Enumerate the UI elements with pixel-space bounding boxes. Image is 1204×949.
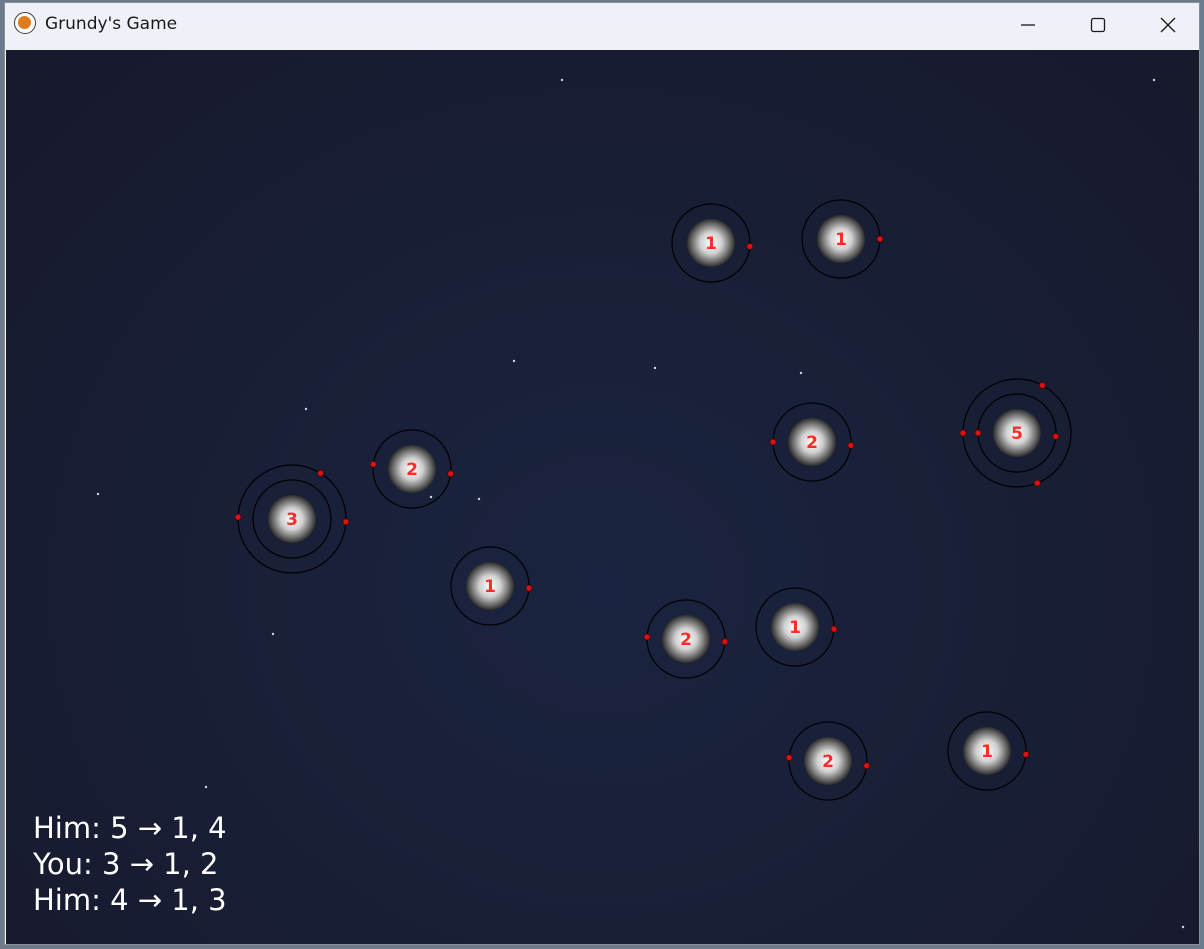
planet-pile[interactable]: 5	[959, 378, 1072, 488]
window-title: Grundy's Game	[45, 14, 178, 34]
stars-layer	[96, 78, 1185, 929]
moon	[769, 438, 777, 446]
moon	[785, 754, 793, 761]
title-bar[interactable]: Grundy's Game	[5, 3, 1199, 49]
moon	[847, 442, 855, 449]
game-canvas: 1 1 2 5 2 3 1 2 1 2 1 Him: 5 → 1, 4 You: 3 → 1, 2 …	[6, 50, 1199, 944]
game-window: Grundy's Game 11252312121 Him: 5 → 1, 4 …	[4, 2, 1200, 945]
moon	[721, 638, 729, 646]
star	[477, 497, 481, 501]
planet-pile[interactable]: 1	[450, 546, 533, 626]
moon	[1052, 433, 1060, 440]
move-log-line: Him: 5 → 1, 4	[33, 811, 227, 845]
moon	[1022, 751, 1030, 758]
close-icon	[1160, 17, 1176, 33]
move-log: Him: 5 → 1, 4 You: 3 → 1, 2 Him: 4 → 1, …	[33, 810, 227, 918]
planet-pile[interactable]: 1	[755, 587, 838, 667]
pile-count-label: 2	[822, 752, 834, 772]
pile-count-label: 2	[680, 630, 692, 650]
move-log-line: Him: 4 → 1, 3	[33, 883, 227, 917]
moon	[369, 460, 377, 468]
planet-pile[interactable]: 1	[801, 199, 884, 279]
moon	[830, 625, 838, 633]
moon	[746, 243, 754, 250]
close-button[interactable]	[1133, 3, 1203, 47]
moon	[1039, 382, 1046, 389]
pile-count-label: 2	[806, 433, 818, 453]
star	[1152, 78, 1156, 82]
pile-count-label: 1	[484, 577, 496, 597]
planet-pile[interactable]: 2	[769, 402, 855, 482]
moon	[234, 513, 242, 521]
minimize-button[interactable]	[993, 3, 1063, 47]
piles-layer: 1 1 2 5 2 3 1 2 1 2 1	[234, 199, 1072, 801]
maximize-button[interactable]	[1063, 3, 1133, 47]
star	[1181, 925, 1185, 929]
star	[304, 407, 308, 411]
star	[512, 359, 516, 363]
moon	[974, 429, 982, 437]
move-log-line: You: 3 → 1, 2	[33, 847, 219, 881]
moon	[317, 469, 324, 477]
pile-count-label: 1	[789, 618, 801, 638]
moon	[342, 518, 350, 526]
moon	[959, 429, 967, 437]
planet-pile[interactable]: 2	[369, 429, 455, 509]
moon	[1033, 479, 1041, 487]
star	[96, 492, 100, 496]
moon	[447, 470, 455, 478]
moon	[876, 235, 884, 243]
pile-count-label: 5	[1011, 424, 1023, 444]
star	[271, 632, 275, 636]
moon	[643, 633, 651, 641]
pile-count-label: 1	[705, 234, 717, 254]
pile-count-label: 2	[406, 460, 418, 480]
star	[653, 366, 657, 370]
minimize-icon	[1021, 24, 1035, 26]
star	[799, 371, 803, 375]
pile-count-label: 1	[981, 742, 993, 762]
moon	[525, 584, 533, 592]
planet-pile[interactable]: 2	[785, 721, 871, 801]
pile-count-label: 3	[286, 510, 298, 530]
planet-pile[interactable]: 1	[671, 203, 754, 283]
planet-pile[interactable]: 2	[643, 599, 729, 679]
app-icon	[14, 12, 36, 34]
planet-pile[interactable]: 3	[234, 464, 350, 574]
planet-pile[interactable]: 1	[947, 711, 1030, 791]
star	[429, 495, 433, 499]
star	[560, 78, 564, 82]
star	[204, 785, 208, 789]
pile-count-label: 1	[835, 230, 847, 250]
maximize-icon	[1090, 17, 1106, 33]
moon	[863, 762, 871, 770]
